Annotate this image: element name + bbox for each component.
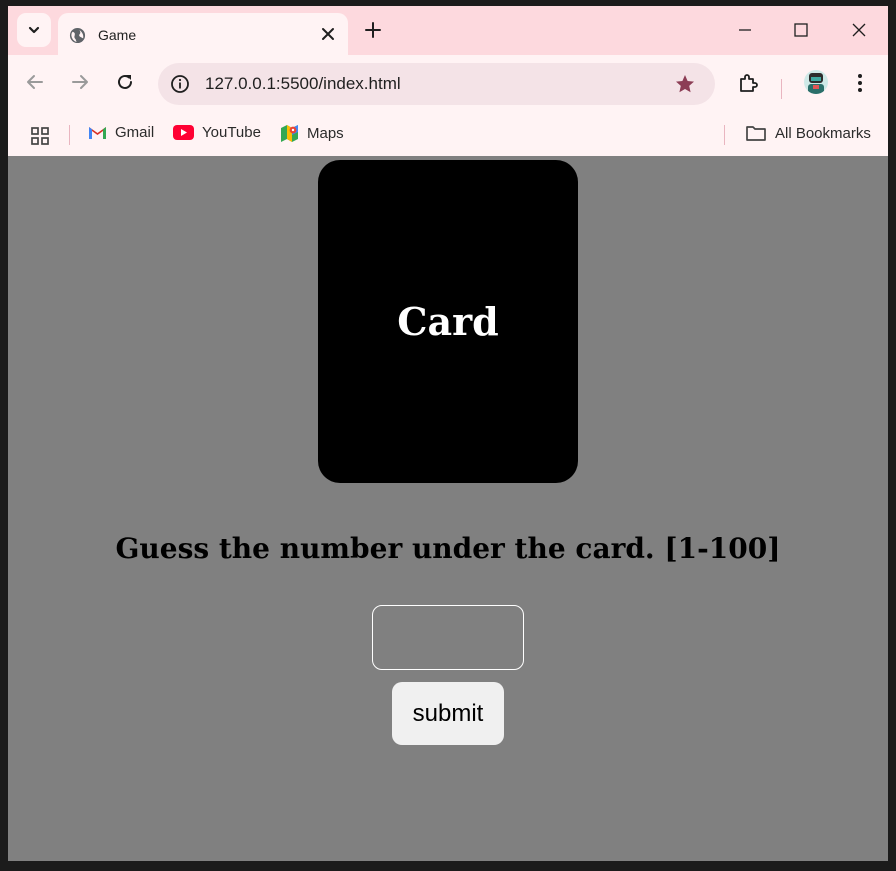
page-content: Card Guess the number under the card. [1… [8, 156, 888, 861]
reload-icon[interactable] [114, 71, 136, 93]
chevron-down-icon [28, 26, 40, 34]
bookmark-star-icon[interactable] [674, 73, 696, 95]
bookmark-youtube-label: YouTube [202, 124, 261, 141]
minimize-icon[interactable] [737, 22, 753, 38]
mystery-card: Card [318, 160, 578, 483]
profile-avatar-icon [808, 73, 824, 94]
youtube-icon [173, 125, 194, 140]
tab-title: Game [98, 27, 137, 43]
tab-search-button[interactable] [17, 13, 51, 47]
forward-arrow-icon[interactable] [69, 71, 91, 93]
address-bar[interactable]: 127.0.0.1:5500/index.html [158, 63, 715, 105]
more-vertical-icon[interactable] [850, 72, 870, 94]
tab-strip: Game [8, 6, 888, 55]
toolbar-divider [781, 79, 782, 99]
profile-avatar[interactable] [804, 70, 828, 94]
guess-prompt: Guess the number under the card. [1-100] [115, 532, 781, 565]
gmail-icon [89, 127, 106, 139]
all-bookmarks-button[interactable]: All Bookmarks [745, 124, 871, 142]
guess-input[interactable] [372, 605, 524, 670]
url-text: 127.0.0.1:5500/index.html [205, 74, 401, 93]
bookmark-youtube[interactable]: YouTube [173, 124, 261, 141]
back-arrow-icon[interactable] [24, 71, 46, 93]
toolbar: 127.0.0.1:5500/index.html [8, 55, 888, 111]
bookmarks-divider-right [724, 125, 725, 145]
card-label: Card [397, 299, 499, 344]
bookmark-maps[interactable]: Maps [280, 124, 344, 143]
all-bookmarks-label: All Bookmarks [775, 124, 871, 142]
extensions-puzzle-icon[interactable] [737, 72, 759, 94]
close-tab-icon[interactable] [320, 26, 336, 42]
maps-icon [281, 125, 298, 142]
bookmark-maps-label: Maps [307, 125, 344, 142]
site-info-icon[interactable] [169, 73, 191, 95]
bookmarks-divider [69, 125, 70, 145]
browser-window: Game 127.0.0.1:5500/index.html Gmail You… [8, 6, 888, 861]
bookmark-gmail-label: Gmail [115, 124, 155, 141]
bookmark-gmail[interactable]: Gmail [88, 124, 154, 141]
new-tab-icon[interactable] [364, 21, 382, 39]
submit-button[interactable]: submit [392, 682, 504, 745]
maximize-icon[interactable] [793, 22, 809, 38]
apps-grid-icon[interactable] [30, 126, 50, 146]
globe-icon [69, 27, 86, 44]
bookmarks-bar: Gmail YouTube Maps All Bookmarks [8, 111, 888, 156]
folder-icon [746, 126, 766, 141]
close-window-icon[interactable] [851, 22, 867, 38]
tab-game[interactable]: Game [58, 13, 348, 55]
